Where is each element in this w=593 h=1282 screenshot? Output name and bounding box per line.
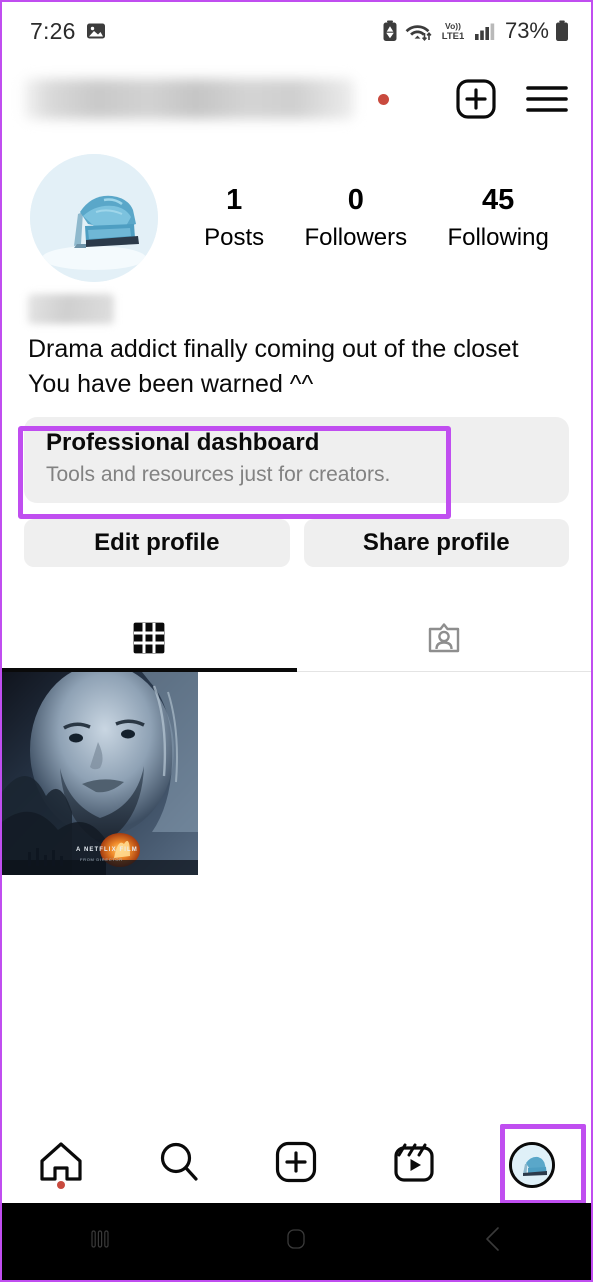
status-bar-left: 7:26 xyxy=(30,18,106,45)
feed-empty-space xyxy=(2,875,591,1087)
android-navigation-bar xyxy=(2,1203,591,1280)
tab-tagged[interactable] xyxy=(297,609,592,671)
stat-followers[interactable]: 0 Followers xyxy=(304,184,407,251)
notification-dot xyxy=(378,93,389,105)
professional-dashboard-area: Professional dashboard Tools and resourc… xyxy=(2,401,591,503)
svg-text:FROM DIRECTOR: FROM DIRECTOR xyxy=(80,857,123,862)
clock-time: 7:26 xyxy=(30,17,76,44)
back-button[interactable] xyxy=(395,1223,591,1260)
home-square-icon xyxy=(280,1223,312,1260)
following-count: 45 xyxy=(482,184,515,217)
svg-text:Vo)): Vo)) xyxy=(445,21,461,31)
home-badge-dot xyxy=(56,1181,65,1189)
stat-posts[interactable]: 1 Posts xyxy=(204,184,264,251)
wifi-data-icon xyxy=(404,20,432,42)
nav-search[interactable] xyxy=(120,1126,238,1203)
bio-line-1: Drama addict finally coming out of the c… xyxy=(28,335,519,363)
profile-avatar-icon xyxy=(509,1141,556,1188)
bottom-navigation xyxy=(2,1126,591,1203)
search-icon xyxy=(157,1140,201,1189)
tagged-person-icon xyxy=(426,620,462,661)
profile-tabs xyxy=(2,609,591,672)
followers-count: 0 xyxy=(347,184,364,217)
phone-screen: 7:26 Vo)) LTE1 73% 1 Posts 0 Followers 4… xyxy=(0,0,593,1282)
menu-icon[interactable] xyxy=(525,82,569,116)
reels-icon xyxy=(392,1140,436,1189)
profile-header xyxy=(2,60,591,138)
post-caption: A NETFLIX FILM xyxy=(76,847,138,853)
posts-grid: A NETFLIX FILM FROM DIRECTOR xyxy=(2,672,591,875)
profile-summary: 1 Posts 0 Followers 45 Following xyxy=(2,138,591,282)
display-name-redacted xyxy=(28,294,114,324)
edit-profile-button[interactable]: Edit profile xyxy=(24,519,290,567)
grid-icon xyxy=(132,621,166,660)
new-post-icon[interactable] xyxy=(455,78,497,120)
following-label: Following xyxy=(447,223,549,251)
battery-icon xyxy=(555,20,569,42)
plus-square-icon xyxy=(274,1140,318,1189)
stat-following[interactable]: 45 Following xyxy=(447,184,548,251)
nav-profile[interactable] xyxy=(473,1126,591,1203)
recents-icon xyxy=(85,1224,115,1259)
battery-saver-icon xyxy=(382,20,398,42)
home-button[interactable] xyxy=(198,1223,394,1260)
signal-bars-icon xyxy=(474,20,496,42)
volte1-icon: Vo)) LTE1 xyxy=(438,20,468,42)
nav-reels[interactable] xyxy=(355,1126,473,1203)
grid-empty-space xyxy=(200,672,591,875)
profile-stats: 1 Posts 0 Followers 45 Following xyxy=(158,184,569,251)
battery-percent: 73% xyxy=(504,18,549,43)
posts-label: Posts xyxy=(204,223,265,251)
profile-actions: Edit profile Share profile xyxy=(2,503,591,567)
username-redacted[interactable] xyxy=(24,79,354,119)
back-chevron-icon xyxy=(478,1223,508,1260)
followers-label: Followers xyxy=(304,223,408,251)
professional-dashboard-card[interactable]: Professional dashboard Tools and resourc… xyxy=(24,417,569,503)
posts-count: 1 xyxy=(226,184,243,217)
grid-post-thumbnail[interactable]: A NETFLIX FILM FROM DIRECTOR xyxy=(2,672,198,875)
post-image: A NETFLIX FILM FROM DIRECTOR xyxy=(2,672,198,875)
share-profile-button[interactable]: Share profile xyxy=(303,519,569,567)
recents-button[interactable] xyxy=(2,1224,198,1259)
dashboard-title: Professional dashboard xyxy=(46,429,320,456)
nav-home[interactable] xyxy=(2,1126,120,1203)
status-bar-right: Vo)) LTE1 73% xyxy=(382,18,569,44)
avatar-image xyxy=(30,154,158,282)
bio-line-2: You have been warned ^^ xyxy=(28,369,314,398)
dashboard-subtitle: Tools and resources just for creators. xyxy=(46,463,391,486)
status-bar: 7:26 Vo)) LTE1 73% xyxy=(2,2,591,60)
avatar[interactable] xyxy=(30,154,158,282)
tab-grid[interactable] xyxy=(2,609,297,672)
bio-section: Drama addict finally coming out of the c… xyxy=(2,282,591,401)
svg-text:LTE1: LTE1 xyxy=(442,31,465,42)
nav-create[interactable] xyxy=(238,1126,356,1203)
image-icon xyxy=(86,21,106,41)
